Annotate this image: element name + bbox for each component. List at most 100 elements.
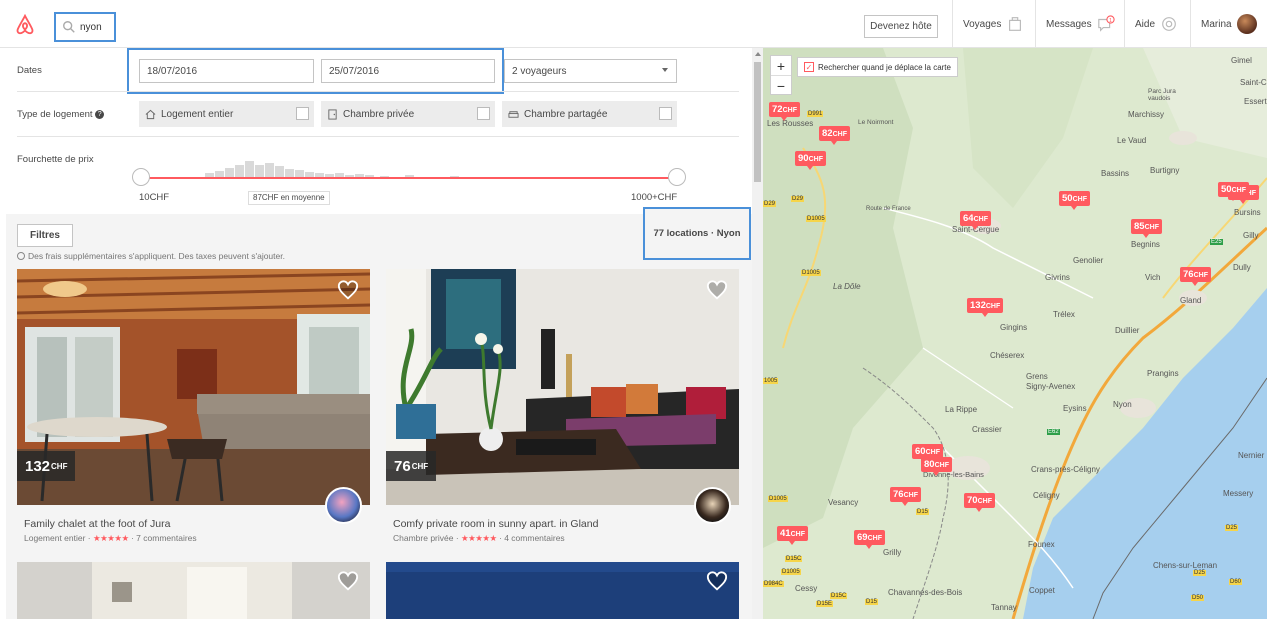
search-when-move-label: Rechercher quand je déplace la carte: [818, 62, 951, 72]
map-town: Founex: [1028, 540, 1055, 549]
map-town: Gilly: [1243, 231, 1259, 240]
zoom-in-button[interactable]: +: [771, 56, 791, 76]
minus-circle-icon: [17, 252, 25, 260]
user-avatar: [1236, 14, 1257, 34]
heart-icon[interactable]: [706, 279, 728, 301]
listing-reviews: 7 commentaires: [136, 533, 197, 543]
map-price-pin[interactable]: 132CHF: [967, 298, 1004, 317]
type-entire-checkbox[interactable]: [296, 107, 309, 120]
rating-stars: ★★★★★: [461, 533, 497, 543]
chevron-down-icon: [662, 68, 668, 72]
map-town: Givrins: [1045, 273, 1070, 282]
listing-card[interactable]: [386, 562, 739, 619]
map-town: Gland: [1180, 296, 1202, 305]
price-slider-track[interactable]: [141, 177, 678, 179]
map-price-pin[interactable]: 50CHF: [1059, 191, 1090, 210]
search-value: nyon: [80, 21, 102, 33]
listing-photo[interactable]: 76 CHF: [386, 269, 739, 505]
type-private-room[interactable]: Chambre privée: [321, 101, 495, 127]
map-price-pin[interactable]: 41CHF: [777, 526, 808, 545]
info-icon[interactable]: ?: [95, 109, 105, 119]
map-town: Gingins: [1000, 323, 1028, 332]
listing-photo[interactable]: 132 CHF: [17, 269, 370, 505]
map-price-pin[interactable]: 50CHF: [1218, 182, 1249, 201]
map-price-pin[interactable]: 76CHF: [1180, 267, 1211, 286]
type-private-label: Chambre privée: [343, 108, 415, 120]
map-price-pin[interactable]: 82CHF: [819, 126, 850, 145]
room-type-label-text: Type de logement: [17, 109, 93, 120]
map-price-pin[interactable]: 85CHF: [1131, 219, 1162, 238]
listing-card[interactable]: [17, 562, 370, 619]
map-price-pin[interactable]: 76CHF: [890, 487, 921, 506]
dates-label: Dates: [17, 65, 42, 76]
checkout-date-field[interactable]: 25/07/2016: [321, 59, 495, 83]
type-entire-home[interactable]: Logement entier: [139, 101, 314, 127]
guests-select[interactable]: 2 voyageurs: [504, 59, 677, 83]
map-town: Chavannes-des-Bois: [888, 588, 963, 597]
map-price-pin[interactable]: 90CHF: [795, 151, 826, 170]
listing-price-value: 132: [25, 457, 51, 475]
airbnb-logo-icon[interactable]: [14, 14, 36, 36]
listing-title[interactable]: Comfy private room in sunny apart. in Gl…: [393, 518, 598, 530]
map-town: Grilly: [883, 548, 902, 557]
map-town: Coppet: [1029, 586, 1055, 595]
listing-subtitle: Logement entier · ★★★★★ · 7 commentaires: [24, 533, 197, 543]
map-town: La Dôle: [833, 282, 861, 291]
nav-voyages-label: Voyages: [963, 18, 1002, 30]
map-price-pin[interactable]: 72CHF: [769, 102, 800, 121]
map-town: Crassier: [972, 425, 1002, 434]
map-town: Eysins: [1063, 404, 1087, 413]
host-avatar[interactable]: [325, 487, 362, 524]
divider: [17, 91, 739, 92]
map-town: Dully: [1233, 263, 1251, 272]
map-price-pin[interactable]: 80CHF: [921, 457, 952, 476]
scroll-thumb[interactable]: [754, 62, 761, 182]
search-icon: [63, 21, 75, 33]
type-shared-checkbox[interactable]: [659, 107, 672, 120]
price-min-handle[interactable]: [132, 168, 150, 186]
listing-photo: [386, 562, 739, 619]
checkmark-icon[interactable]: ✓: [804, 62, 814, 72]
scroll-up-arrow-icon[interactable]: [755, 52, 761, 56]
map-town: Burtigny: [1150, 166, 1180, 175]
map-price-pin[interactable]: 69CHF: [854, 530, 885, 549]
nav-voyages[interactable]: Voyages: [952, 0, 1034, 48]
search-input[interactable]: nyon: [54, 12, 116, 42]
listing-reviews: 4 commentaires: [504, 533, 565, 543]
map-town: Duillier: [1115, 326, 1140, 335]
search-when-move-toggle[interactable]: ✓ Rechercher quand je déplace la carte: [797, 57, 958, 77]
listing-card[interactable]: 132 CHF Family chalet at the foot of Jura…: [17, 269, 370, 559]
room-type-label: Type de logement ?: [17, 109, 105, 120]
listing-price-currency: CHF: [51, 461, 68, 471]
filters-button[interactable]: Filtres: [17, 224, 73, 247]
checkin-date-field[interactable]: 18/07/2016: [139, 59, 314, 83]
listing-title[interactable]: Family chalet at the foot of Jura: [24, 518, 171, 530]
home-icon: [145, 109, 156, 119]
type-private-checkbox[interactable]: [477, 107, 490, 120]
heart-icon[interactable]: [337, 279, 359, 301]
map-price-pin[interactable]: 64CHF: [960, 211, 991, 230]
nav-user-menu[interactable]: Marina: [1190, 0, 1267, 48]
results-map[interactable]: + − ✓ Rechercher quand je déplace la car…: [763, 48, 1267, 619]
price-max-handle[interactable]: [668, 168, 686, 186]
price-average-tag: 87CHF en moyenne: [248, 191, 330, 205]
zoom-out-button[interactable]: −: [771, 76, 791, 96]
host-avatar[interactable]: [694, 487, 731, 524]
map-zoom-control[interactable]: + −: [770, 55, 792, 95]
listing-card[interactable]: 76 CHF Comfy private room in sunny apart.…: [386, 269, 739, 559]
search-results-panel: Dates 18/07/2016 25/07/2016 2 voyageurs …: [0, 48, 752, 619]
type-shared-room[interactable]: Chambre partagée: [502, 101, 677, 127]
map-price-pin[interactable]: 70CHF: [964, 493, 995, 512]
map-town: Prangins: [1147, 369, 1179, 378]
heart-icon[interactable]: [337, 570, 359, 592]
nav-aide[interactable]: Aide: [1124, 0, 1189, 48]
map-town: Bursins: [1234, 208, 1261, 217]
results-scrollbar[interactable]: [752, 48, 763, 619]
nav-messages[interactable]: Messages 1: [1035, 0, 1123, 48]
map-town: Vesancy: [828, 498, 859, 507]
listing-room-type: Chambre privée: [393, 533, 454, 543]
become-host-button[interactable]: Devenez hôte: [864, 15, 938, 38]
type-entire-label: Logement entier: [161, 108, 234, 120]
heart-icon[interactable]: [706, 570, 728, 592]
living-room-photo: [386, 269, 739, 505]
